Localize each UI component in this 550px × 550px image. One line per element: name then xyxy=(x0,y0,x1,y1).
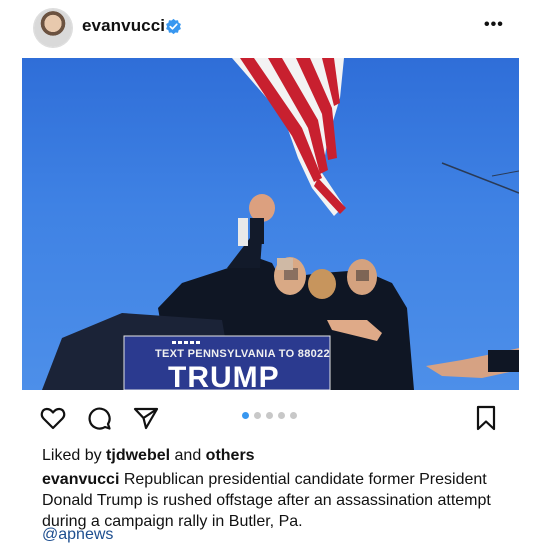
liked-by-and: and xyxy=(174,447,202,464)
sign-name: TRUMP xyxy=(168,361,280,390)
post-caption: evanvucci Republican presidential candid… xyxy=(42,469,512,532)
photo-scene xyxy=(42,58,519,390)
username[interactable]: evanvucci xyxy=(82,16,165,36)
carousel-dot xyxy=(266,412,273,419)
carousel-dot xyxy=(254,412,261,419)
caption-username[interactable]: evanvucci xyxy=(42,471,119,488)
bookmark-icon[interactable] xyxy=(475,405,497,431)
liked-by-line: Liked by tjdwebel and others xyxy=(42,447,255,465)
share-icon[interactable] xyxy=(133,406,159,430)
sign-text: TEXT PENNSYLVANIA TO 88022 xyxy=(155,348,330,360)
carousel-dot-active xyxy=(242,412,249,419)
heart-icon[interactable] xyxy=(40,406,66,430)
american-flag xyxy=(232,58,346,216)
liked-by-prefix: Liked by xyxy=(42,447,102,464)
liked-by-others[interactable]: others xyxy=(206,447,255,464)
avatar[interactable] xyxy=(34,9,72,47)
comment-icon[interactable] xyxy=(86,405,112,431)
wire-line xyxy=(441,162,519,194)
liked-by-user[interactable]: tjdwebel xyxy=(106,447,170,464)
post-header: evanvucci ••• xyxy=(0,0,550,58)
verified-badge-icon xyxy=(166,18,181,35)
post-photo[interactable]: TEXT PENNSYLVANIA TO 88022 TRUMP xyxy=(22,58,519,390)
wire-line xyxy=(491,170,519,177)
carousel-dot xyxy=(290,412,297,419)
more-options-icon[interactable]: ••• xyxy=(484,16,504,34)
mention-link[interactable]: @apnews xyxy=(42,526,113,544)
carousel-dot xyxy=(278,412,285,419)
